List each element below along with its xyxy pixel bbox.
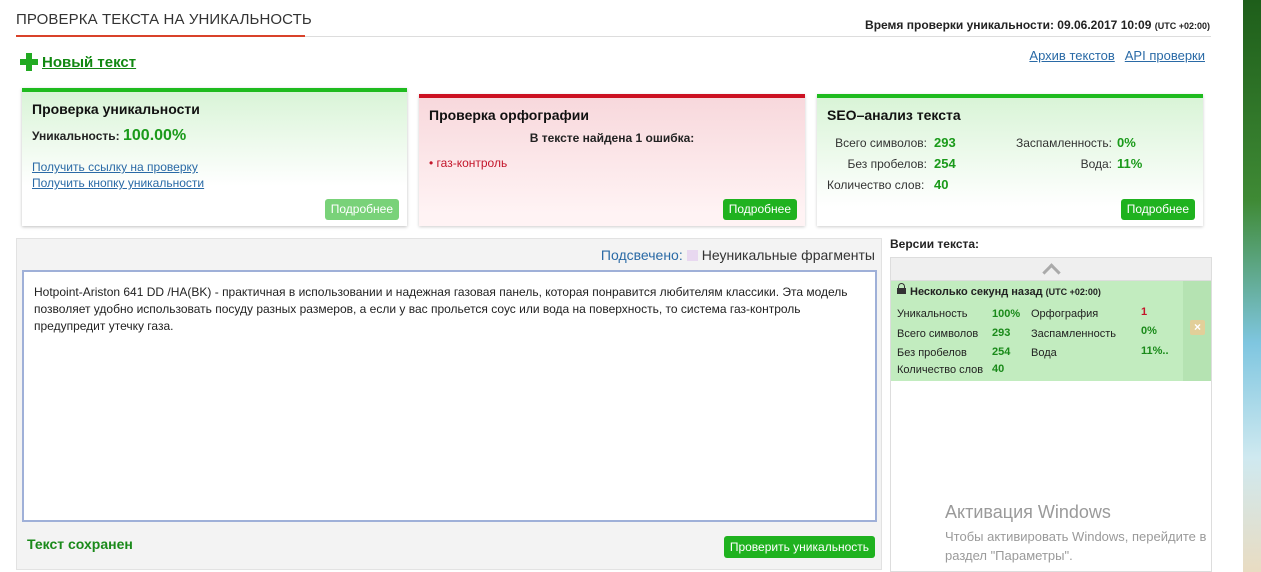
close-icon[interactable]: × — [1190, 320, 1205, 335]
lock-icon — [897, 283, 906, 294]
version-nospace: 254 — [992, 346, 1011, 358]
spelling-error-item[interactable]: • газ-контроль — [429, 156, 507, 170]
version-main: Несколько секунд назад (UTC +02:00) Уник… — [891, 281, 1183, 381]
new-text-button[interactable]: Новый текст — [20, 53, 136, 71]
check-uniqueness-button[interactable]: Проверить уникальность — [723, 536, 875, 558]
seo-total-chars: 293 — [934, 135, 956, 150]
uniqueness-card-title: Проверка уникальности — [32, 101, 200, 117]
seo-no-spaces-label: Без пробелов: — [847, 157, 928, 171]
seo-words-label: Количество слов: — [827, 178, 925, 192]
editor-panel: Подсвечено: Неуникальные фрагменты Hotpo… — [16, 238, 882, 570]
plus-icon — [20, 53, 38, 71]
chevron-up-icon — [1041, 262, 1061, 282]
desktop-background-strip — [1243, 0, 1261, 572]
title-underline — [16, 35, 305, 37]
seo-no-spaces: 254 — [934, 156, 956, 171]
version-spell: 1 — [1141, 306, 1148, 318]
versions-scroll-up[interactable] — [891, 258, 1211, 282]
spelling-more-button[interactable]: Подробнее — [722, 199, 797, 220]
activation-watermark-title: Активация Windows — [945, 502, 1111, 522]
get-check-link[interactable]: Получить ссылку на проверку — [32, 160, 198, 174]
seo-card: SEO–анализ текста Всего символов: 293 Бе… — [817, 94, 1203, 226]
check-time-timezone: (UTC +02:00) — [1154, 21, 1210, 31]
version-spam-label: Заспамленность — [1031, 328, 1116, 340]
uniqueness-more-button[interactable]: Подробнее — [324, 199, 399, 220]
seo-words: 40 — [934, 177, 949, 192]
version-spam: 0% — [1141, 325, 1157, 337]
uniqueness-card: Проверка уникальности Уникальность: 100.… — [22, 88, 407, 226]
version-time: Несколько секунд назад (UTC +02:00) — [910, 286, 1101, 298]
saved-status: Текст сохранен — [27, 536, 133, 552]
highlight-legend-text: Неуникальные фрагменты — [701, 247, 875, 263]
seo-total-chars-label: Всего символов: — [835, 136, 927, 150]
version-chars: 293 — [992, 327, 1011, 339]
spelling-card: Проверка орфографии В тексте найдена 1 о… — [419, 94, 805, 226]
activation-watermark-text: Чтобы активировать Windows, перейдите в … — [945, 527, 1206, 565]
version-water-label: Вода — [1031, 347, 1057, 359]
version-words-label: Количество слов — [897, 364, 984, 376]
versions-title: Версии текста: — [890, 237, 980, 251]
version-timezone: (UTC +02:00) — [1045, 287, 1101, 297]
uniqueness-label: Уникальность: — [32, 129, 120, 143]
version-spell-label: Орфография — [1031, 308, 1099, 320]
non-unique-swatch — [686, 249, 698, 261]
header-divider — [305, 36, 1211, 37]
version-actions: × — [1183, 281, 1211, 381]
get-uniqueness-button-link[interactable]: Получить кнопку уникальности — [32, 176, 204, 190]
highlight-prefix: Подсвечено: — [600, 247, 683, 263]
activation-watermark-line1: Чтобы активировать Windows, перейдите в — [945, 529, 1207, 544]
version-uniq: 100% — [992, 308, 1021, 320]
new-text-label: Новый текст — [42, 53, 137, 71]
uniqueness-line: Уникальность: 100.00% — [32, 127, 186, 145]
check-time: Время проверки уникальности: 09.06.2017 … — [865, 18, 1210, 32]
uniqueness-value: 100.00% — [123, 127, 187, 144]
seo-more-button[interactable]: Подробнее — [1120, 199, 1195, 220]
check-time-label: Время проверки уникальности: — [865, 18, 1054, 32]
spelling-error-word: газ-контроль — [436, 156, 508, 170]
seo-water: 11% — [1117, 156, 1143, 171]
version-chars-label: Всего символов — [897, 328, 979, 340]
version-item[interactable]: Несколько секунд назад (UTC +02:00) Уник… — [891, 281, 1211, 381]
seo-spam: 0% — [1117, 135, 1136, 150]
highlight-legend: Подсвечено: Неуникальные фрагменты — [601, 247, 875, 263]
seo-spam-label: Заспамленность: — [1015, 136, 1112, 150]
spelling-found: В тексте найдена 1 ошибка: — [529, 131, 695, 145]
page-title: ПРОВЕРКА ТЕКСТА НА УНИКАЛЬНОСТЬ — [16, 11, 312, 28]
version-water: 11%.. — [1141, 345, 1169, 357]
top-links: Архив текстов API проверки — [1029, 48, 1205, 63]
seo-water-label: Вода: — [1080, 157, 1112, 171]
spelling-card-title: Проверка орфографии — [429, 107, 589, 123]
versions-panel: Несколько секунд назад (UTC +02:00) Уник… — [890, 257, 1212, 572]
archive-link[interactable]: Архив текстов — [1029, 48, 1114, 63]
activation-watermark-line2: раздел "Параметры". — [945, 548, 1073, 563]
api-link[interactable]: API проверки — [1125, 48, 1205, 63]
check-time-value: 09.06.2017 10:09 — [1057, 18, 1152, 32]
text-editor[interactable]: Hotpoint-Ariston 641 DD /HA(BK) - практи… — [22, 270, 877, 522]
version-uniq-label: Уникальность — [897, 308, 968, 320]
seo-card-title: SEO–анализ текста — [827, 107, 961, 123]
version-nospace-label: Без пробелов — [897, 347, 967, 359]
version-time-text: Несколько секунд назад — [910, 286, 1043, 298]
version-words: 40 — [992, 363, 1005, 375]
